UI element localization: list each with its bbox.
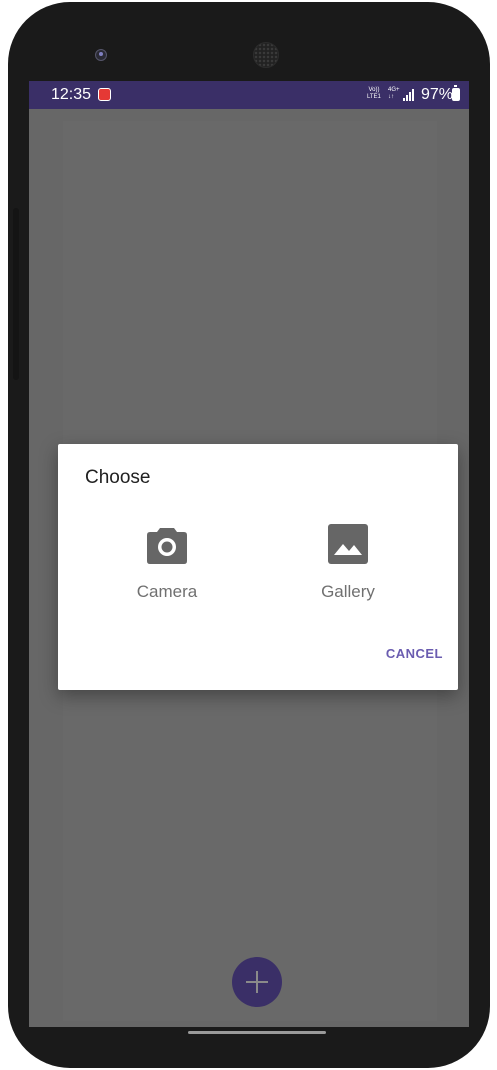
- screen: 12:35 Vo)) LTE1 4G+ ↓↑ 97% Choose Camera…: [29, 81, 469, 1027]
- status-time: 12:35: [51, 86, 92, 103]
- side-button: [13, 208, 19, 380]
- lte-label: LTE1: [367, 94, 381, 100]
- camera-icon: [147, 528, 187, 564]
- signal-strength-icon: [403, 89, 417, 101]
- volte-indicator: Vo)) LTE1: [367, 87, 381, 101]
- choose-dialog: Choose Camera Gallery CANCEL: [58, 444, 458, 690]
- network-type-indicator: 4G+ ↓↑: [388, 87, 400, 101]
- earpiece-speaker: [253, 42, 279, 68]
- status-bar: 12:35 Vo)) LTE1 4G+ ↓↑ 97%: [29, 81, 469, 109]
- camera-option[interactable]: Camera: [107, 524, 227, 608]
- cancel-button[interactable]: CANCEL: [363, 646, 443, 666]
- dialog-title: Choose: [85, 467, 151, 488]
- gallery-label: Gallery: [321, 582, 375, 601]
- home-indicator[interactable]: [188, 1031, 326, 1034]
- gallery-option[interactable]: Gallery: [288, 524, 408, 608]
- battery-percent: 97%: [421, 86, 454, 103]
- add-button[interactable]: [232, 957, 282, 1007]
- notification-icon: [98, 88, 111, 101]
- network-type-label: 4G+: [388, 87, 400, 93]
- camera-label: Camera: [136, 582, 198, 601]
- volte-label: Vo)): [368, 87, 380, 93]
- data-activity-label: ↓↑: [388, 94, 394, 100]
- front-camera: [95, 49, 107, 61]
- image-icon: [328, 524, 368, 564]
- battery-icon: [452, 85, 460, 101]
